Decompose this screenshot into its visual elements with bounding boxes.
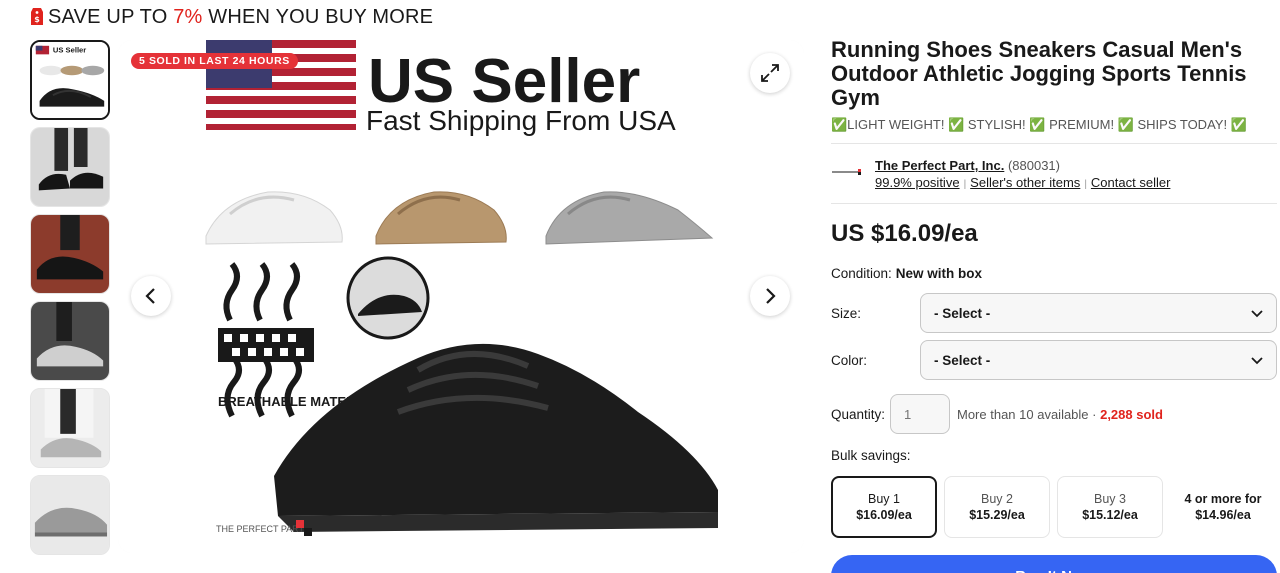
divider xyxy=(831,143,1277,144)
thumbnail-1-label: US Seller xyxy=(53,45,86,54)
bulk-tier-price: $16.09/ea xyxy=(856,508,912,522)
bulk-tier-qty: Buy 2 xyxy=(981,492,1013,506)
bulk-tier-more: 4 or more for $14.96/ea xyxy=(1170,476,1276,538)
listing-title: Running Shoes Sneakers Casual Men's Outd… xyxy=(831,37,1247,110)
quantity-label: Quantity: xyxy=(831,406,886,422)
thumbnail-1[interactable]: US Seller xyxy=(30,40,110,120)
bulk-tier-3[interactable]: Buy 3 $15.12/ea xyxy=(1057,476,1163,538)
bulk-tier-qty: Buy 3 xyxy=(1094,492,1126,506)
size-row: Size: - Select - xyxy=(831,293,1277,333)
bulk-more-qty: 4 or more for xyxy=(1184,492,1262,506)
bulk-savings-options: Buy 1 $16.09/ea Buy 2 $15.29/ea Buy 3 $1… xyxy=(831,476,1277,538)
availability-text: More than 10 available · 2,288 sold xyxy=(957,407,1163,422)
hero-subline: Fast Shipping From USA xyxy=(366,105,676,136)
chevron-left-icon xyxy=(145,288,155,304)
thumbnail-5[interactable] xyxy=(30,388,110,468)
size-select[interactable]: - Select - xyxy=(920,293,1277,333)
next-image-button[interactable] xyxy=(750,276,790,316)
divider xyxy=(831,203,1277,204)
svg-text:$: $ xyxy=(34,15,40,24)
bulk-tier-2[interactable]: Buy 2 $15.29/ea xyxy=(944,476,1050,538)
thumbnail-2[interactable] xyxy=(30,127,110,207)
color-label: Color: xyxy=(831,352,868,368)
separator: | xyxy=(1084,179,1087,190)
main-product-image[interactable]: US Seller Fast Shipping From USA BREATHA… xyxy=(118,40,804,553)
expand-icon xyxy=(761,64,779,82)
chevron-right-icon xyxy=(766,288,776,304)
separator: | xyxy=(963,179,967,190)
hero-brand-mark: THE PERFECT PART xyxy=(216,524,305,534)
color-select-value: - Select - xyxy=(934,352,991,368)
thumbnail-4[interactable] xyxy=(30,301,110,381)
size-select-value: - Select - xyxy=(934,305,991,321)
bulk-tier-price: $15.12/ea xyxy=(1082,508,1138,522)
thumbnail-strip: US Seller xyxy=(30,40,110,562)
expand-image-button[interactable] xyxy=(750,53,790,93)
seller-feedback-count: (880031) xyxy=(1007,158,1060,173)
color-row: Color: - Select - xyxy=(831,340,1277,380)
chevron-down-icon xyxy=(1251,310,1263,318)
previous-image-button[interactable] xyxy=(131,276,171,316)
bulk-tier-qty: Buy 1 xyxy=(868,492,900,506)
condition-label: Condition: xyxy=(831,266,892,281)
seller-logo[interactable] xyxy=(831,157,863,187)
seller-other-items-link[interactable]: Seller's other items xyxy=(970,175,1080,190)
chevron-down-icon xyxy=(1251,357,1263,365)
promo-banner: $ SAVE UP TO 7% WHEN YOU BUY MORE xyxy=(30,4,433,30)
quantity-row: Quantity: More than 10 available · 2,288… xyxy=(831,394,1277,434)
color-select[interactable]: - Select - xyxy=(920,340,1277,380)
sold-count[interactable]: 2,288 sold xyxy=(1100,407,1163,422)
seller-positive-link[interactable]: 99.9% positive xyxy=(875,175,960,190)
seller-name-link[interactable]: The Perfect Part, Inc. xyxy=(875,158,1004,173)
promo-suffix: WHEN YOU BUY MORE xyxy=(202,5,434,28)
quantity-input[interactable] xyxy=(890,394,950,434)
sold-recently-badge: 5 SOLD IN LAST 24 HOURS xyxy=(131,53,298,69)
seller-card: The Perfect Part, Inc. (880031) 99.9% po… xyxy=(831,157,1277,191)
listing-details-panel: Running Shoes Sneakers Casual Men's Outd… xyxy=(831,38,1277,573)
hero-image: US Seller Fast Shipping From USA BREATHA… xyxy=(118,40,804,553)
thumbnail-6[interactable] xyxy=(30,475,110,555)
buy-it-now-button[interactable]: Buy It Now xyxy=(831,555,1277,573)
condition-value: New with box xyxy=(895,266,983,281)
bulk-savings-label: Bulk savings: xyxy=(831,448,911,463)
condition-row: Condition: New with box xyxy=(831,266,1277,281)
promo-percent: 7% xyxy=(173,5,203,28)
bulk-tier-price: $15.29/ea xyxy=(969,508,1025,522)
price-tag-icon: $ xyxy=(30,7,44,27)
listing-subtitle: ✅LIGHT WEIGHT! ✅ STYLISH! ✅ PREMIUM! ✅ S… xyxy=(831,117,1247,132)
size-label: Size: xyxy=(831,305,862,321)
bulk-tier-1[interactable]: Buy 1 $16.09/ea xyxy=(831,476,937,538)
item-price: US $16.09/ea xyxy=(831,220,978,247)
available-count: More than 10 available · xyxy=(957,406,1101,422)
promo-prefix: SAVE UP TO xyxy=(48,5,174,28)
bulk-more-price: $14.96/ea xyxy=(1195,508,1251,522)
contact-seller-link[interactable]: Contact seller xyxy=(1091,175,1170,190)
thumbnail-3[interactable] xyxy=(30,214,110,294)
